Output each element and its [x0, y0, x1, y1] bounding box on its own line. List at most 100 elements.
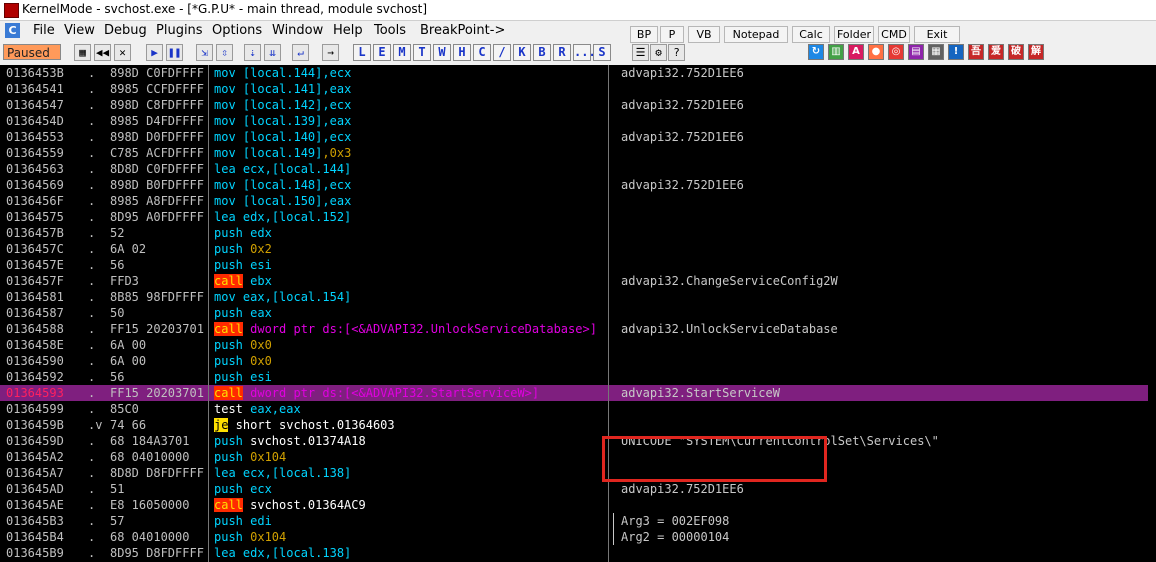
bp-button[interactable]: BP: [630, 26, 658, 43]
threads-button[interactable]: T: [413, 44, 431, 61]
windows-button[interactable]: W: [433, 44, 451, 61]
disasm-row[interactable]: 013645B3. 57 push edi Arg3 = 002EF098: [0, 513, 1148, 529]
wu-icon[interactable]: 吾: [968, 44, 984, 60]
disasm-row[interactable]: 01364587. 50 push eax: [0, 305, 1148, 321]
menu-tools[interactable]: Tools: [374, 23, 406, 38]
disasm-row[interactable]: 01364593. FF15 20203701 call dword ptr ds:…: [0, 385, 1148, 401]
disasm-row[interactable]: 013645B9. 8D95 D8FDFFFF lea edx,[local.138…: [0, 545, 1148, 561]
cmd-button[interactable]: CMD: [878, 26, 910, 43]
disasm-row[interactable]: 013645B4. 68 04010000 push 0x104 Arg2 = 000…: [0, 529, 1148, 545]
disassembly-pane[interactable]: 0136453B. 898D C0FDFFFF mov [local.144],ec…: [0, 65, 1156, 562]
scrollbar[interactable]: [1148, 65, 1156, 562]
disasm-row[interactable]: 01364581. 8B85 98FDFFFF mov eax,[local.154…: [0, 289, 1148, 305]
call-stack-button[interactable]: K: [513, 44, 531, 61]
source-button[interactable]: S: [593, 44, 611, 61]
menu-file[interactable]: File: [33, 23, 55, 38]
disasm-row[interactable]: 0136457B. 52 push edx: [0, 225, 1148, 241]
disasm-row[interactable]: 01364541. 8985 CCFDFFFF mov [local.141],ea…: [0, 81, 1148, 97]
disasm-row[interactable]: 01364559. C785 ACFDFFFF mov [local.149],0x…: [0, 145, 1148, 161]
ai-icon[interactable]: 爱: [988, 44, 1004, 60]
cpu-button[interactable]: C: [473, 44, 491, 61]
disasm-row[interactable]: 013645A7. 8D8D D8FDFFFF lea ecx,[local.138…: [0, 465, 1148, 481]
plugin-icon[interactable]: ▥: [828, 44, 844, 60]
disassembly-cell: push 0x0: [214, 338, 272, 352]
pause-icon[interactable]: ❚❚: [166, 44, 183, 61]
step-over-icon[interactable]: ⇳: [216, 44, 233, 61]
disasm-row[interactable]: 013645A2. 68 04010000 push 0x104: [0, 449, 1148, 465]
menu-options[interactable]: Options: [212, 23, 262, 38]
play-icon[interactable]: ▶: [146, 44, 163, 61]
vb-button[interactable]: VB: [688, 26, 720, 43]
disasm-row[interactable]: 0136458E. 6A 00 push 0x0: [0, 337, 1148, 353]
hex-cell: 51: [110, 482, 125, 496]
breakpoints-button[interactable]: B: [533, 44, 551, 61]
run-trace-button[interactable]: ...: [573, 44, 596, 61]
menu-window[interactable]: Window: [272, 23, 323, 38]
disassembly-cell: push edi: [214, 514, 272, 528]
disasm-row[interactable]: 0136457F. FFD3 call ebx advapi32.ChangeServ…: [0, 273, 1148, 289]
references-button[interactable]: R: [553, 44, 571, 61]
calc-button[interactable]: Calc: [792, 26, 830, 43]
disassembly-cell: push esi: [214, 258, 272, 272]
memory-button[interactable]: M: [393, 44, 411, 61]
exit-button[interactable]: Exit: [914, 26, 960, 43]
cpu-window-icon[interactable]: C: [5, 23, 20, 38]
grid-icon[interactable]: ▦: [928, 44, 944, 60]
po-icon[interactable]: 破: [1008, 44, 1024, 60]
trace-over-icon[interactable]: ⇊: [264, 44, 281, 61]
folder-button[interactable]: Folder: [834, 26, 874, 43]
menu-view[interactable]: View: [64, 23, 95, 38]
disasm-row[interactable]: 01364592. 56 push esi: [0, 369, 1148, 385]
close-icon[interactable]: ✕: [114, 44, 131, 61]
rewind-icon[interactable]: ◀◀: [94, 44, 111, 61]
log-window-button[interactable]: L: [353, 44, 371, 61]
menu-plugins[interactable]: Plugins: [156, 23, 203, 38]
menu-breakpoint[interactable]: BreakPoint->: [420, 23, 505, 38]
disasm-row[interactable]: 01364588. FF15 20203701 call dword ptr ds:…: [0, 321, 1148, 337]
disasm-row[interactable]: 0136453B. 898D C0FDFFFF mov [local.144],ec…: [0, 65, 1148, 81]
notepad-button[interactable]: Notepad: [724, 26, 788, 43]
disasm-row[interactable]: 0136456F. 8985 A8FDFFFF mov [local.150],ea…: [0, 193, 1148, 209]
jie-icon[interactable]: 解: [1028, 44, 1044, 60]
a-icon[interactable]: A: [848, 44, 864, 60]
disasm-row[interactable]: 0136459B .v 74 66 je short svchost.01364603: [0, 417, 1148, 433]
handles-button[interactable]: H: [453, 44, 471, 61]
disasm-row[interactable]: 0136457E. 56 push esi: [0, 257, 1148, 273]
disasm-row[interactable]: 01364599. 85C0 test eax,eax: [0, 401, 1148, 417]
p-button[interactable]: P: [660, 26, 684, 43]
settings-icon[interactable]: ⚙: [650, 44, 667, 61]
target-icon[interactable]: ◎: [888, 44, 904, 60]
disasm-row[interactable]: 013645AD. 51 push ecx advapi32.752D1EE6: [0, 481, 1148, 497]
record-icon[interactable]: ●: [868, 44, 884, 60]
disasm-row[interactable]: 01364575. 8D95 A0FDFFFF lea edx,[local.152…: [0, 209, 1148, 225]
info-icon[interactable]: !: [948, 44, 964, 60]
disasm-row[interactable]: 013645AE. E8 16050000 call svchost.01364AC…: [0, 497, 1148, 513]
jump-marker: .: [88, 258, 96, 272]
disasm-row[interactable]: 01364590. 6A 00 push 0x0: [0, 353, 1148, 369]
patches-button[interactable]: /: [493, 44, 511, 61]
disasm-row[interactable]: 01364547. 898D C8FDFFFF mov [local.142],ec…: [0, 97, 1148, 113]
step-into-icon[interactable]: ⇲: [196, 44, 213, 61]
trace-into-icon[interactable]: ⇣: [244, 44, 261, 61]
open-icon[interactable]: ▦: [74, 44, 91, 61]
bookmark-icon[interactable]: ▤: [908, 44, 924, 60]
disasm-row[interactable]: 0136459D. 68 184A3701 push svchost.01374A1…: [0, 433, 1148, 449]
execute-till-return-icon[interactable]: ↵: [292, 44, 309, 61]
comment-cell: Arg3 = 002EF098: [621, 514, 730, 528]
jump-marker: .: [88, 514, 96, 528]
disasm-row[interactable]: 01364563. 8D8D C0FDFFFF lea ecx,[local.144…: [0, 161, 1148, 177]
jump-marker: .: [88, 434, 96, 448]
refresh-icon[interactable]: ↻: [808, 44, 824, 60]
menu-debug[interactable]: Debug: [104, 23, 147, 38]
go-to-icon[interactable]: →: [322, 44, 339, 61]
disassembly-cell: push eax: [214, 306, 272, 320]
jump-marker: .: [88, 82, 96, 96]
help-icon[interactable]: ?: [668, 44, 685, 61]
menu-help[interactable]: Help: [333, 23, 363, 38]
disasm-row[interactable]: 0136457C. 6A 02 push 0x2: [0, 241, 1148, 257]
list-icon[interactable]: ☰: [632, 44, 649, 61]
modules-button[interactable]: E: [373, 44, 391, 61]
disasm-row[interactable]: 01364569. 898D B0FDFFFF mov [local.148],ec…: [0, 177, 1148, 193]
disasm-row[interactable]: 0136454D. 8985 D4FDFFFF mov [local.139],ea…: [0, 113, 1148, 129]
disasm-row[interactable]: 01364553. 898D D0FDFFFF mov [local.140],ec…: [0, 129, 1148, 145]
